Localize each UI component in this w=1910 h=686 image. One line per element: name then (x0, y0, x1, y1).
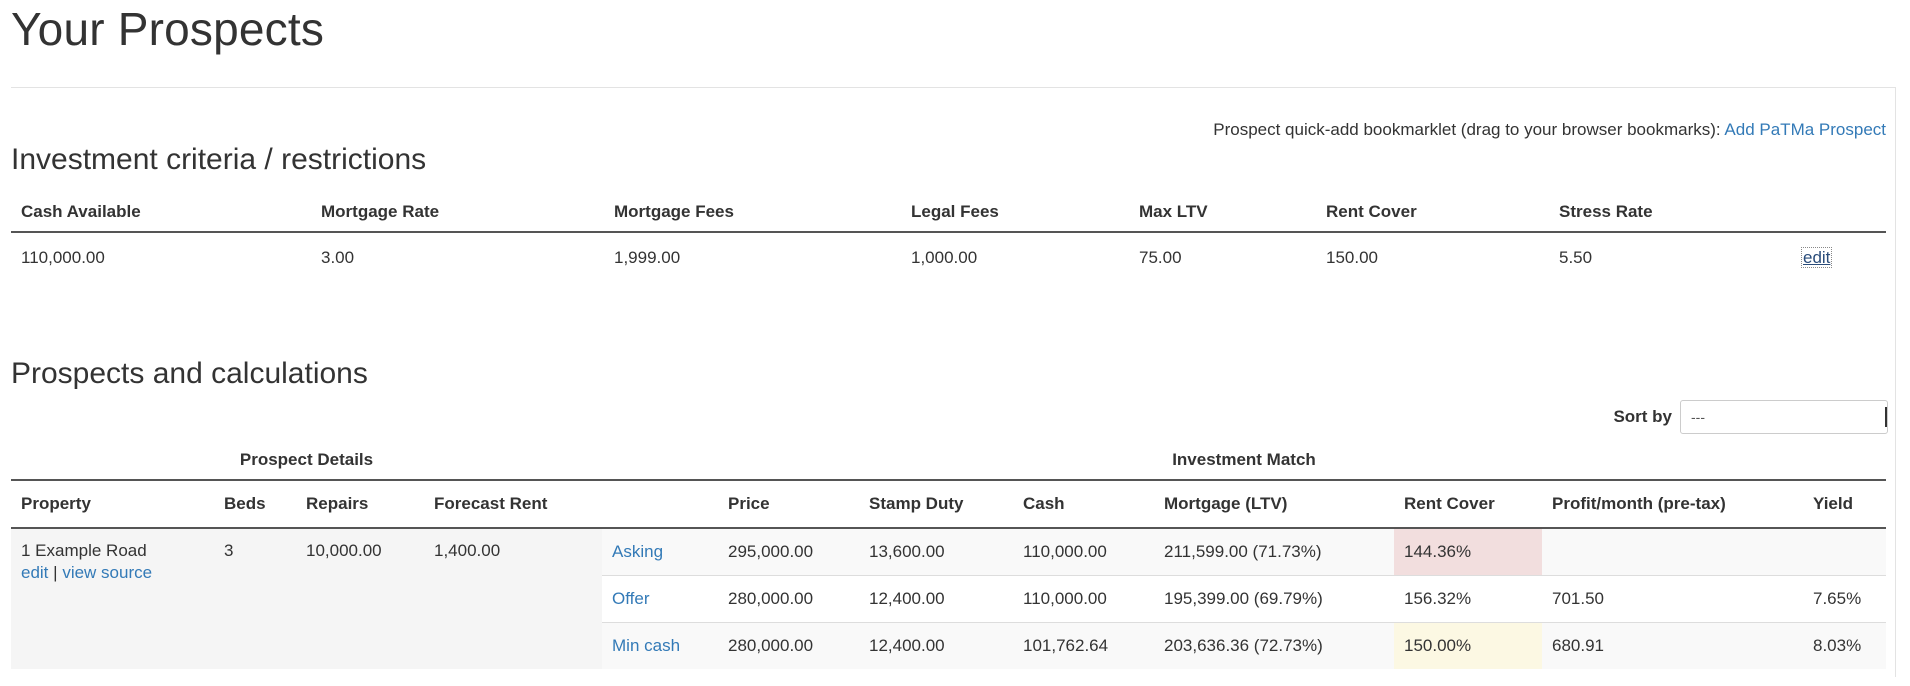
criteria-value: 5.50 (1559, 248, 1593, 267)
criteria-header: Max LTV (1129, 193, 1316, 233)
price-cell: 295,000.00 (718, 528, 859, 576)
column-header: Property (11, 480, 214, 529)
rent-cover-cell: 156.32% (1394, 575, 1542, 623)
scenario-min-cash-link[interactable]: Min cash (612, 636, 680, 655)
group-header-row: Prospect Details Investment Match (11, 441, 1886, 481)
criteria-value: 3.00 (321, 248, 355, 267)
criteria-value: 110,000.00 (21, 248, 105, 267)
cash-cell: 110,000.00 (1013, 528, 1154, 576)
view-source-link[interactable]: view source (62, 563, 152, 582)
scenario-offer-link[interactable]: Offer (612, 589, 649, 608)
panel-border (11, 87, 1896, 88)
scenario-label-cell: Offer (602, 575, 718, 623)
link-separator: | (53, 563, 58, 582)
price-cell: 280,000.00 (718, 575, 859, 623)
mortgage-cell: 195,399.00 (69.79%) (1154, 575, 1394, 623)
criteria-header: Cash Available (11, 193, 311, 233)
prospects-table: Prospect Details Investment Match Proper… (11, 441, 1886, 669)
mortgage-cell: 203,636.36 (72.73%) (1154, 622, 1394, 669)
column-header: Stamp Duty (859, 480, 1013, 529)
panel-border-right (1895, 87, 1896, 677)
column-header: Beds (214, 480, 296, 529)
criteria-row: 110,000.00 3.00 1,999.00 1,000.00 75.00 … (11, 232, 1886, 283)
page-title: Your Prospects (11, 3, 325, 55)
criteria-header: Mortgage Rate (311, 193, 604, 233)
sort-label: Sort by (1613, 407, 1672, 426)
property-cell: 1 Example Road edit | view source (11, 528, 214, 669)
sort-control: Sort by --- (1613, 400, 1888, 434)
sort-select[interactable]: --- (1680, 400, 1888, 434)
stamp-duty-cell: 12,400.00 (859, 575, 1013, 623)
scenario-label-cell: Asking (602, 528, 718, 576)
prospects-heading: Prospects and calculations (11, 357, 368, 390)
profit-cell (1542, 528, 1803, 576)
criteria-heading: Investment criteria / restrictions (11, 143, 427, 176)
bookmarklet-info: Prospect quick-add bookmarklet (drag to … (1213, 120, 1886, 140)
cash-cell: 101,762.64 (1013, 622, 1154, 669)
criteria-header: Rent Cover (1316, 193, 1549, 233)
sort-selected-value: --- (1691, 409, 1705, 425)
criteria-header: Legal Fees (901, 193, 1129, 233)
column-header: Cash (1013, 480, 1154, 529)
price-cell: 280,000.00 (718, 622, 859, 669)
property-links: edit | view source (21, 563, 204, 583)
mortgage-cell: 211,599.00 (71.73%) (1154, 528, 1394, 576)
group-prospect-details: Prospect Details (11, 441, 602, 481)
column-header: Repairs (296, 480, 424, 529)
column-header: Mortgage (LTV) (1154, 480, 1394, 529)
column-header: Rent Cover (1394, 480, 1542, 529)
profit-cell: 680.91 (1542, 622, 1803, 669)
criteria-table: Cash Available Mortgage Rate Mortgage Fe… (11, 193, 1886, 283)
bookmarklet-text: Prospect quick-add bookmarklet (drag to … (1213, 120, 1721, 139)
criteria-value: 1,999.00 (614, 248, 681, 267)
property-address: 1 Example Road (21, 541, 147, 560)
column-header-row: Property Beds Repairs Forecast Rent Pric… (11, 480, 1886, 529)
beds-cell: 3 (214, 528, 296, 669)
profit-cell: 701.50 (1542, 575, 1803, 623)
criteria-header: Mortgage Fees (604, 193, 901, 233)
column-header: Price (718, 480, 859, 529)
group-investment-match: Investment Match (602, 441, 1886, 481)
add-prospect-bookmarklet-link[interactable]: Add PaTMa Prospect (1724, 120, 1886, 139)
column-header: Forecast Rent (424, 480, 602, 529)
criteria-header: Stress Rate (1549, 193, 1791, 233)
column-header: Profit/month (pre-tax) (1542, 480, 1803, 529)
rent-cover-cell: 150.00% (1394, 622, 1542, 669)
stamp-duty-cell: 12,400.00 (859, 622, 1013, 669)
yield-cell: 7.65% (1803, 575, 1886, 623)
repairs-cell: 10,000.00 (296, 528, 424, 669)
criteria-value: 1,000.00 (911, 248, 978, 267)
column-header: Yield (1803, 480, 1886, 529)
criteria-value: 75.00 (1139, 248, 1182, 267)
yield-cell: 8.03% (1803, 622, 1886, 669)
criteria-value: 150.00 (1326, 248, 1378, 267)
edit-criteria-link[interactable]: edit (1801, 247, 1833, 268)
criteria-edit-cell: edit (1791, 232, 1886, 283)
scenario-label-cell: Min cash (602, 622, 718, 669)
cash-cell: 110,000.00 (1013, 575, 1154, 623)
table-row: 1 Example Road edit | view source 3 10,0… (11, 528, 1886, 669)
forecast-rent-cell: 1,400.00 (424, 528, 602, 669)
select-caret-icon (1885, 407, 1887, 427)
criteria-header-empty (1791, 193, 1886, 233)
yield-cell (1803, 528, 1886, 576)
stamp-duty-cell: 13,600.00 (859, 528, 1013, 576)
scenario-asking-link[interactable]: Asking (612, 542, 663, 561)
column-header-empty (602, 480, 718, 529)
rent-cover-cell: 144.36% (1394, 528, 1542, 576)
edit-prospect-link[interactable]: edit (21, 563, 48, 582)
criteria-header-row: Cash Available Mortgage Rate Mortgage Fe… (11, 193, 1886, 233)
